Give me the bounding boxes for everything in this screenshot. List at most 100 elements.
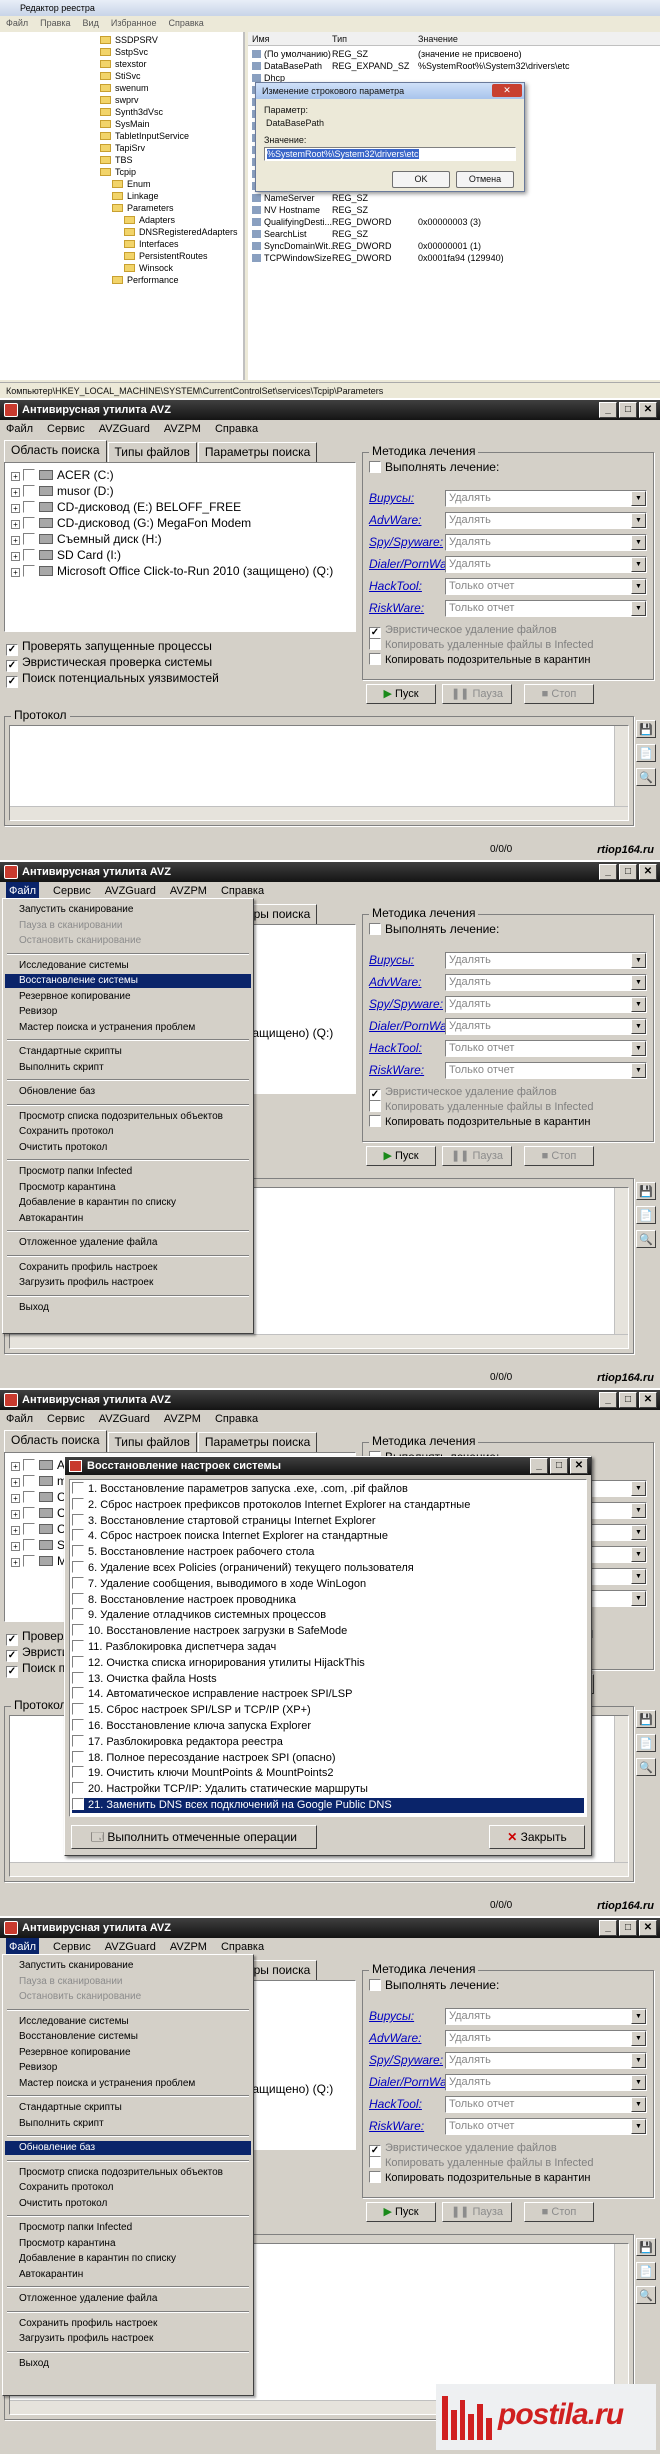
recovery-checkbox[interactable] <box>72 1734 84 1747</box>
expand-icon[interactable]: + <box>11 504 20 513</box>
tree-item[interactable]: TBS <box>100 154 133 166</box>
menu-item[interactable]: Просмотр карантина <box>5 1181 251 1195</box>
list-item[interactable]: 11. Разблокировка диспетчера задач <box>72 1640 584 1655</box>
threat-link[interactable]: RiskWare: <box>369 601 424 615</box>
stop-button[interactable]: ■ Стоп <box>524 1146 594 1166</box>
menu-item[interactable]: Добавление в карантин по списку <box>5 1196 251 1210</box>
table-row[interactable]: (По умолчанию) REG_SZ (значение не присвое… <box>248 48 660 60</box>
tree-item[interactable]: SSDPSRV <box>100 34 158 46</box>
minimize-icon[interactable]: _ <box>599 402 617 418</box>
drive-checkbox[interactable] <box>23 1555 35 1567</box>
search-icon[interactable]: 🔍 <box>636 1758 656 1776</box>
start-button[interactable]: ▶ Пуск <box>366 684 436 704</box>
drive-item[interactable]: +CD-дисковод (G:) MegaFon Modem <box>11 515 251 531</box>
tree-item[interactable]: Tcpip <box>100 166 136 178</box>
copy-icon[interactable]: 📄 <box>636 2262 656 2280</box>
recovery-checkbox[interactable] <box>72 1687 84 1700</box>
threat-action-select[interactable]: Удалять▼ <box>445 490 647 507</box>
tree-item[interactable]: TabletInputService <box>100 130 189 142</box>
tab-params[interactable]: Параметры поиска <box>197 442 318 462</box>
copy-icon[interactable]: 📄 <box>636 1206 656 1224</box>
drive-checkbox[interactable] <box>23 1459 35 1471</box>
menu-item[interactable]: Мастер поиска и устранения проблем <box>5 2077 251 2091</box>
threat-link[interactable]: Spy/Spyware: <box>369 2053 443 2067</box>
drive-checkbox[interactable] <box>23 533 35 545</box>
expand-icon[interactable]: + <box>11 1542 20 1551</box>
drive-checkbox[interactable] <box>23 501 35 513</box>
menu-item[interactable]: Обновление баз <box>5 2141 251 2155</box>
recovery-checkbox[interactable] <box>72 1766 84 1779</box>
cancel-button[interactable]: Отмена <box>456 171 514 188</box>
list-item[interactable]: 18. Полное пересоздание настроек SPI (оп… <box>72 1750 584 1766</box>
close-icon[interactable]: ✕ <box>639 402 657 418</box>
recovery-checkbox[interactable] <box>72 1513 84 1526</box>
recovery-checkbox[interactable] <box>72 1482 84 1494</box>
close-icon[interactable]: ✕ <box>639 1392 657 1408</box>
drive-checkbox[interactable] <box>23 1539 35 1551</box>
table-row[interactable]: NV Hostname REG_SZ <box>248 204 660 216</box>
threat-action-select[interactable]: Удалять▼ <box>445 556 647 573</box>
close-button[interactable]: ✕ Закрыть <box>489 1825 585 1849</box>
threat-action-select[interactable]: Только отчет▼ <box>445 2118 647 2135</box>
threat-link[interactable]: AdvWare: <box>369 975 421 989</box>
menu-item[interactable]: Восстановление системы <box>5 974 251 988</box>
threat-action-select[interactable]: Удалять▼ <box>445 2008 647 2025</box>
recovery-checkbox[interactable] <box>72 1703 84 1716</box>
tree-item[interactable]: swprv <box>100 94 139 106</box>
drive-checkbox[interactable] <box>23 517 35 529</box>
threat-action-select[interactable]: Удалять▼ <box>445 1018 647 1035</box>
menu-item[interactable]: Очистить протокол <box>5 1141 251 1155</box>
vertical-scrollbar[interactable] <box>614 726 628 806</box>
tree-item[interactable]: SstpSvc <box>100 46 148 58</box>
do-treat-option[interactable]: Выполнять лечение: <box>369 459 499 475</box>
recovery-checkbox[interactable] <box>72 1750 84 1763</box>
tree-item[interactable]: TapiSrv <box>100 142 145 154</box>
heuristic-option[interactable]: ✓Эвристическое удаление файлов <box>369 2141 557 2157</box>
col-value[interactable]: Значение <box>418 32 458 46</box>
ok-button[interactable]: OK <box>392 171 450 188</box>
minimize-icon[interactable]: _ <box>599 1392 617 1408</box>
threat-link[interactable]: AdvWare: <box>369 2031 421 2045</box>
heuristic-checkbox[interactable] <box>369 638 381 650</box>
list-item[interactable]: 16. Восстановление ключа запуска Explore… <box>72 1719 584 1734</box>
menu-file[interactable]: Файл <box>6 1410 33 1428</box>
treat-checkbox[interactable] <box>369 461 381 473</box>
close-icon[interactable]: ✕ <box>639 864 657 880</box>
heuristic-option[interactable]: ✓Эвристическое удаление файлов <box>369 1085 557 1101</box>
tree-item[interactable]: Linkage <box>112 190 159 202</box>
expand-icon[interactable]: + <box>11 520 20 529</box>
heuristic-checkbox[interactable] <box>369 653 381 665</box>
threat-link[interactable]: RiskWare: <box>369 2119 424 2133</box>
expand-icon[interactable]: + <box>11 1462 20 1471</box>
heuristic-checkbox[interactable] <box>369 1100 381 1112</box>
list-item[interactable]: 21. Заменить DNS всех подключений на Goo… <box>72 1798 584 1813</box>
menu-item[interactable]: Просмотр папки Infected <box>5 2221 251 2235</box>
threat-action-select[interactable]: Удалять▼ <box>445 2074 647 2091</box>
menu-item[interactable]: Просмотр карантина <box>5 2237 251 2251</box>
search-icon[interactable]: 🔍 <box>636 768 656 786</box>
menu-item[interactable]: Ревизор <box>5 1005 251 1019</box>
expand-icon[interactable]: + <box>11 1478 20 1487</box>
treat-checkbox[interactable] <box>369 923 381 935</box>
minimize-icon[interactable]: _ <box>599 864 617 880</box>
recovery-checkbox[interactable] <box>72 1576 84 1589</box>
drive-item[interactable]: +musor (D:) <box>11 483 114 499</box>
threat-link[interactable]: Вирусы: <box>369 491 414 505</box>
heuristic-checkbox[interactable] <box>369 1115 381 1127</box>
threat-action-select[interactable]: Удалять▼ <box>445 996 647 1013</box>
menu-item[interactable]: Сохранить протокол <box>5 1125 251 1139</box>
threat-link[interactable]: AdvWare: <box>369 513 421 527</box>
tree-item[interactable]: PersistentRoutes <box>124 250 208 262</box>
list-item[interactable]: 8. Восстановление настроек проводника <box>72 1592 584 1608</box>
menu-item[interactable]: Выход <box>5 2357 251 2371</box>
save-icon[interactable]: 💾 <box>636 720 656 738</box>
list-item[interactable]: 3. Восстановление стартовой страницы Int… <box>72 1513 584 1529</box>
list-item[interactable]: 9. Удаление отладчиков системных процесс… <box>72 1608 584 1623</box>
menu-item[interactable]: Сохранить профиль настроек <box>5 1261 251 1275</box>
menu-item[interactable]: Очистить протокол <box>5 2197 251 2211</box>
recovery-checkbox[interactable] <box>72 1671 84 1684</box>
recovery-checkbox[interactable] <box>72 1655 84 1668</box>
threat-action-select[interactable]: Удалять▼ <box>445 974 647 991</box>
horizontal-scrollbar[interactable] <box>10 1862 628 1876</box>
threat-action-select[interactable]: Только отчет▼ <box>445 600 647 617</box>
